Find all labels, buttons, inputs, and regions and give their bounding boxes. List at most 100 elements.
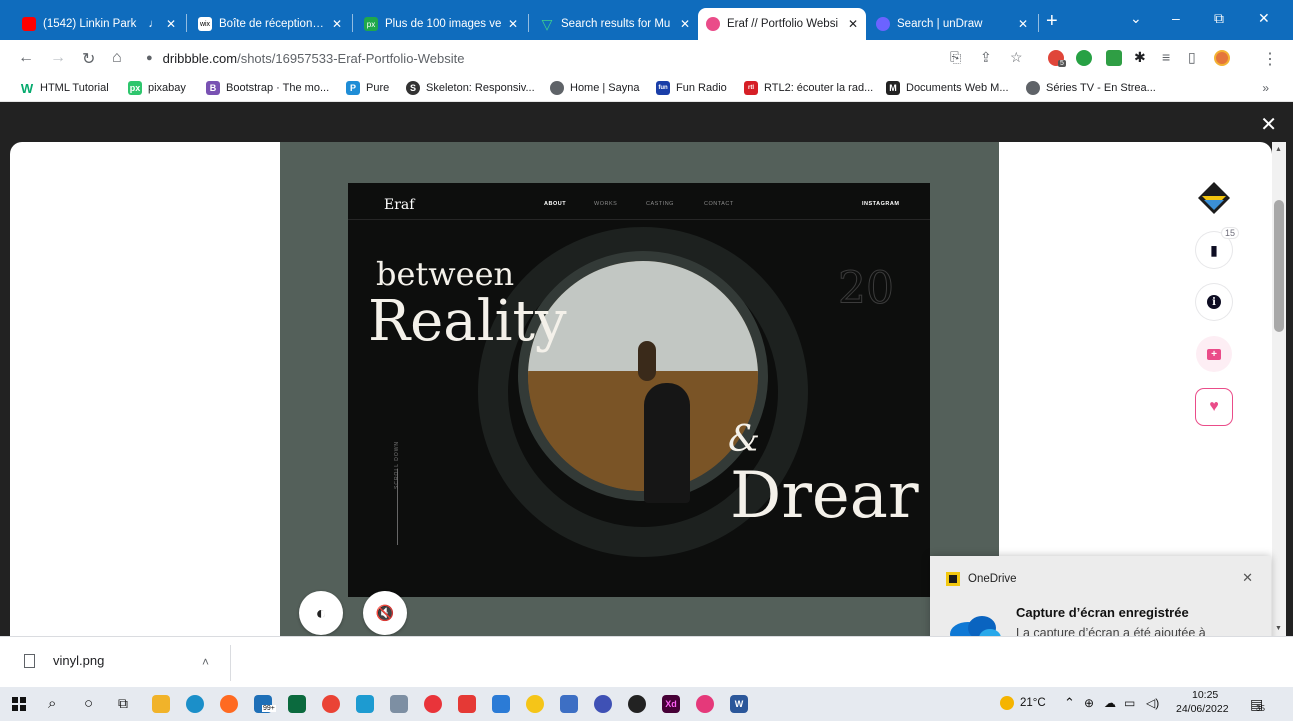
- task-view-icon[interactable]: ⧉: [118, 695, 128, 712]
- tab-eraf-portfolio[interactable]: Eraf // Portfolio Websi ✕: [698, 8, 866, 40]
- browser-menu-icon[interactable]: ⋮: [1262, 49, 1278, 69]
- youtube-music-icon[interactable]: [458, 695, 476, 713]
- app-download-icon[interactable]: [560, 695, 578, 713]
- bookmark-documents-web[interactable]: M Documents Web M...: [886, 81, 1009, 95]
- bookmark-fun-radio[interactable]: fun Fun Radio: [656, 81, 727, 95]
- reload-button[interactable]: ↻: [82, 49, 95, 69]
- word-icon[interactable]: W: [730, 695, 748, 713]
- tab-search-results[interactable]: ▽ Search results for Mu ✕: [532, 8, 698, 40]
- firefox-icon[interactable]: [220, 695, 238, 713]
- like-button[interactable]: ♥: [1196, 389, 1232, 425]
- audio-icon[interactable]: ♩: [148, 18, 160, 30]
- bookmark-series-tv[interactable]: Séries TV - En Strea...: [1026, 81, 1156, 95]
- bookmark-sayna[interactable]: Home | Sayna: [550, 81, 640, 95]
- close-tab-icon[interactable]: ✕: [848, 17, 858, 31]
- extensions-puzzle-icon[interactable]: ✱: [1134, 49, 1146, 66]
- back-button[interactable]: ←: [18, 49, 34, 67]
- tab-separator: [528, 14, 529, 32]
- network-icon[interactable]: ▭: [1124, 696, 1135, 710]
- home-button[interactable]: ⌂: [112, 49, 122, 67]
- weather-icon[interactable]: [1000, 696, 1014, 710]
- close-tab-icon[interactable]: ✕: [166, 17, 176, 31]
- scroll-up-arrow-icon[interactable]: ▲: [1275, 146, 1282, 153]
- bookmark-pure[interactable]: P Pure: [346, 81, 389, 95]
- extension-green-icon[interactable]: [1076, 50, 1092, 66]
- scrollbar-thumb[interactable]: [1274, 200, 1284, 332]
- designer-avatar[interactable]: [1196, 180, 1232, 216]
- adobe-xd-icon[interactable]: Xd: [662, 695, 680, 713]
- bootstrap-icon: B: [206, 81, 220, 95]
- store-icon[interactable]: [288, 695, 306, 713]
- bookmark-rtl2[interactable]: rtl RTL2: écouter la rad...: [744, 81, 873, 95]
- shot-headline-ampersand: &: [728, 419, 761, 460]
- forward-button[interactable]: →: [50, 49, 66, 67]
- app-yellow-icon[interactable]: [526, 695, 544, 713]
- tab-linkin-park[interactable]: (1542) Linkin Park ♩ ✕: [14, 8, 184, 40]
- extension-leaf-icon[interactable]: [1106, 50, 1122, 66]
- search-icon[interactable]: ⌕: [48, 695, 56, 712]
- app-pink-icon[interactable]: [696, 695, 714, 713]
- app-gray-icon[interactable]: [390, 695, 408, 713]
- save-to-collection-button[interactable]: +: [1196, 336, 1232, 372]
- restore-button[interactable]: ⧉: [1214, 10, 1224, 27]
- info-button[interactable]: i: [1196, 284, 1232, 320]
- chevron-up-icon[interactable]: ⌃: [1064, 695, 1075, 711]
- clock-time[interactable]: 10:25: [1192, 689, 1218, 701]
- lock-icon[interactable]: ●: [146, 52, 153, 64]
- close-window-button[interactable]: ✕: [1258, 10, 1270, 27]
- bookmark-pixabay[interactable]: px pixabay: [128, 81, 186, 95]
- close-tab-icon[interactable]: ✕: [332, 17, 342, 31]
- cortana-icon[interactable]: ○: [84, 695, 93, 712]
- bookmark-skeleton[interactable]: S Skeleton: Responsiv...: [406, 81, 535, 95]
- page-scrollbar[interactable]: ▲ ▼: [1272, 142, 1286, 636]
- tray-onedrive-icon[interactable]: ☁: [1104, 696, 1116, 710]
- shot-nav-about: ABOUT: [544, 201, 567, 207]
- close-icon[interactable]: ✕: [1242, 570, 1253, 586]
- clock-date[interactable]: 24/06/2022: [1176, 703, 1229, 715]
- bookmark-star-icon[interactable]: ☆: [1010, 49, 1023, 66]
- contrast-toggle-button[interactable]: ◐: [299, 591, 343, 635]
- file-explorer-icon[interactable]: [152, 695, 170, 713]
- tab-pixabay[interactable]: px Plus de 100 images ve ✕: [356, 8, 526, 40]
- close-tab-icon[interactable]: ✕: [1018, 17, 1028, 31]
- bookmark-html-tutorial[interactable]: W HTML Tutorial: [20, 81, 109, 96]
- edge-icon[interactable]: [186, 695, 204, 713]
- tab-wix-inbox[interactable]: wix Boîte de réception | W ✕: [190, 8, 350, 40]
- shot-logo: Eraf: [384, 197, 415, 213]
- app-red-icon[interactable]: [424, 695, 442, 713]
- bookmarks-bar: W HTML Tutorial px pixabay B Bootstrap ·…: [0, 76, 1293, 102]
- chrome-icon[interactable]: [322, 695, 340, 713]
- bookmark-bootstrap[interactable]: B Bootstrap · The mo...: [206, 81, 329, 95]
- obs-icon[interactable]: [628, 695, 646, 713]
- toast-title: Capture d’écran enregistrée: [1016, 605, 1189, 620]
- close-tab-icon[interactable]: ✕: [680, 17, 690, 31]
- translate-icon[interactable]: ⎘: [950, 49, 961, 66]
- mute-button[interactable]: 🔇: [363, 591, 407, 635]
- minimize-button[interactable]: –: [1172, 10, 1180, 26]
- tab-undraw[interactable]: Search | unDraw ✕: [868, 8, 1036, 40]
- close-tab-icon[interactable]: ✕: [508, 17, 518, 31]
- reading-list-icon[interactable]: ≡: [1162, 49, 1170, 65]
- tab-search-chevron-icon[interactable]: ⌄: [1130, 10, 1142, 27]
- rtl2-icon: rtl: [744, 81, 758, 95]
- dribbble-icon: [706, 17, 720, 31]
- share-icon[interactable]: ⇪: [980, 49, 992, 66]
- download-item[interactable]: vinyl.png: [24, 653, 104, 668]
- app-blue-icon[interactable]: [356, 695, 374, 713]
- volume-icon[interactable]: ◁): [1146, 696, 1159, 710]
- profile-avatar[interactable]: [1214, 50, 1230, 66]
- new-tab-button[interactable]: +: [1046, 10, 1058, 33]
- tray-device-icon[interactable]: ⊕: [1084, 696, 1094, 710]
- download-options-chevron-icon[interactable]: ˄: [202, 655, 209, 669]
- app-indigo-icon[interactable]: [594, 695, 612, 713]
- vscode-icon[interactable]: [492, 695, 510, 713]
- globe-icon: [550, 81, 564, 95]
- close-icon[interactable]: ✕: [1260, 112, 1277, 137]
- windows-start-icon[interactable]: [12, 697, 26, 711]
- info-icon: i: [1207, 295, 1221, 309]
- address-bar[interactable]: ● dribbble.com /shots/16957533-Eraf-Port…: [146, 46, 464, 70]
- bookmarks-overflow-icon[interactable]: »: [1262, 81, 1269, 95]
- side-panel-icon[interactable]: ▯: [1188, 49, 1196, 66]
- scroll-down-arrow-icon[interactable]: ▼: [1275, 625, 1282, 632]
- weather-temperature[interactable]: 21°C: [1020, 697, 1046, 709]
